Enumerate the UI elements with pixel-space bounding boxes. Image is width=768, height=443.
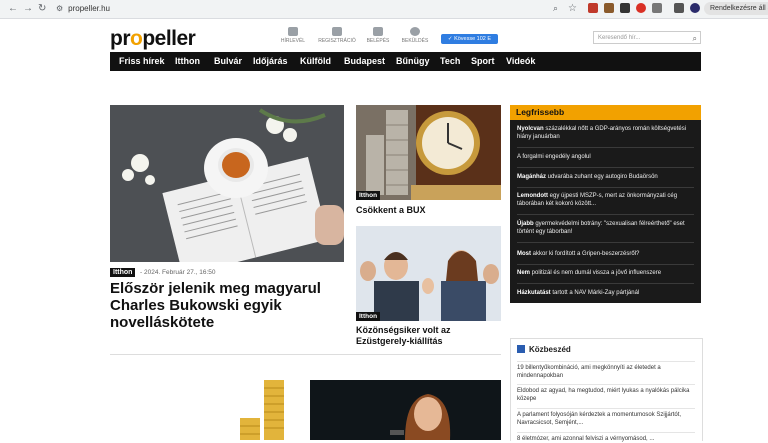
newsletter-label: HÍRLEVÉL: [280, 38, 306, 44]
site-info-icon[interactable]: ⚙: [56, 4, 63, 13]
latest-news-item[interactable]: Újabb gyermekvédelmi botrány: "szexualis…: [517, 220, 694, 243]
section-divider: [110, 354, 501, 355]
news-lead: Magánház: [517, 174, 547, 180]
latest-news-item[interactable]: Magánház udvarába zuhant egy autogiro Bu…: [517, 173, 694, 188]
register-label: REGISZTRÁCIÓ: [318, 38, 356, 44]
public-talk-box: Közbeszéd 19 billentyűkombináció, ami me…: [510, 338, 703, 443]
zoom-icon[interactable]: ⌕: [553, 3, 558, 14]
main-article-image[interactable]: [110, 105, 344, 262]
news-text: tartott a NAV Márki-Zay pártjánál: [550, 290, 640, 296]
public-talk-item[interactable]: 8 életmózer, ami azonnal felviszi a vérn…: [517, 432, 695, 443]
list-icon: [517, 345, 525, 353]
login-label: BELÉPÉS: [366, 38, 390, 44]
extension-icon[interactable]: [588, 3, 598, 13]
news-lead: Nem: [517, 270, 531, 276]
lock-icon: [373, 27, 383, 36]
category-tag[interactable]: Itthon: [356, 312, 381, 321]
follow-label: Kövesse 102 E: [454, 36, 492, 42]
article-image-coins[interactable]: [236, 380, 288, 440]
nav-item-itthon[interactable]: Itthon: [175, 52, 200, 71]
latest-news-item[interactable]: Most akkor ki fordított a Gripen-beszerz…: [517, 250, 694, 265]
news-lead: Újabb: [517, 221, 534, 227]
nav-item-bunugy[interactable]: Bűnügy: [396, 52, 430, 71]
submit-label: BEKÜLDÉS: [401, 38, 429, 44]
user-add-icon: [332, 27, 342, 36]
crowd-photo: [356, 226, 501, 321]
nav-item-sport[interactable]: Sport: [471, 52, 495, 71]
profile-update-button[interactable]: Rendelkezésre áll az: [704, 2, 768, 15]
article-title-ezustgerely[interactable]: Közönségsiker volt az Ezüstgerely-kiállí…: [356, 325, 501, 347]
back-icon[interactable]: ←: [8, 3, 18, 14]
article-title-bux[interactable]: Csökkent a BUX: [356, 205, 501, 216]
latest-news-item[interactable]: A forgalmi engedély angolul: [517, 153, 694, 168]
nav-item-videok[interactable]: Videók: [506, 52, 535, 71]
latest-news-box: Legfrissebb Nyolcvan százalékkal nőtt a …: [510, 105, 701, 303]
logo-accent: o: [130, 27, 143, 50]
nav-item-tech[interactable]: Tech: [440, 52, 460, 71]
extension-icon[interactable]: [604, 3, 614, 13]
nav-item-friss[interactable]: Friss hírek: [119, 52, 165, 71]
news-text: A forgalmi engedély angolul: [517, 154, 591, 160]
coin-stack-photo: [236, 380, 288, 440]
main-nav: Friss hírek Itthon Bulvár Időjárás Külfö…: [110, 52, 701, 71]
logo-text: peller: [142, 27, 196, 50]
category-tag[interactable]: Itthon: [110, 268, 136, 277]
public-talk-title: Közbeszéd: [529, 345, 571, 354]
newsletter-link[interactable]: HÍRLEVÉL: [268, 27, 318, 44]
nav-item-idojaras[interactable]: Időjárás: [253, 52, 288, 71]
extension-icon[interactable]: [620, 3, 630, 13]
submit-link[interactable]: BEKÜLDÉS: [390, 27, 440, 44]
news-lead: Most: [517, 251, 531, 257]
forward-icon[interactable]: →: [23, 3, 33, 14]
search-input[interactable]: Keresendő hír... ⌕: [593, 31, 701, 44]
article-image-speaker[interactable]: [310, 380, 501, 440]
sidepanel-icon[interactable]: [674, 3, 684, 13]
puzzle-icon[interactable]: [652, 3, 662, 13]
search-placeholder: Keresendő hír...: [598, 35, 641, 41]
article-image-ezustgerely[interactable]: [356, 226, 501, 321]
category-tag[interactable]: Itthon: [356, 191, 381, 200]
envelope-icon: [288, 27, 298, 36]
public-talk-header: Közbeszéd: [517, 345, 571, 354]
address-bar[interactable]: ⚙ propeller.hu: [56, 3, 546, 15]
logo-text: pr: [110, 27, 131, 50]
article-date: - 2024. Február 27., 16:50: [140, 269, 216, 276]
nav-item-kulfold[interactable]: Külföld: [300, 52, 331, 71]
plus-circle-icon: [410, 27, 420, 36]
public-talk-item[interactable]: 19 billentyűkombináció, ami megkönnyíti …: [517, 361, 695, 380]
nav-item-bulvar[interactable]: Bulvár: [214, 52, 242, 71]
avatar[interactable]: [690, 3, 700, 13]
search-icon[interactable]: ⌕: [693, 32, 697, 45]
news-text: politizál és nem dumál vissza a jövő inf…: [530, 270, 662, 276]
news-lead: Nyolcvan: [517, 126, 544, 132]
nav-item-budapest[interactable]: Budapest: [344, 52, 385, 71]
reload-icon[interactable]: ↻: [38, 3, 46, 14]
url-text: propeller.hu: [68, 4, 110, 13]
news-text: akkor ki fordított a Gripen-beszerzésről…: [531, 251, 640, 257]
latest-news-item[interactable]: Lemondott egy újpesti MSZP-s, mert az ön…: [517, 192, 694, 215]
news-text: udvarába zuhant egy autogiro Budaörsön: [546, 174, 658, 180]
news-text: gyermekvédelmi botrány: "szexualisan fél…: [517, 221, 685, 235]
public-talk-item[interactable]: Eldobod az agyad, ha megtudod, miért lyu…: [517, 384, 695, 403]
book-tea-photo: [110, 105, 344, 262]
latest-news-item[interactable]: Házkutatást tartott a NAV Márki-Zay párt…: [517, 289, 694, 301]
follow-button[interactable]: ✓ Kövesse 102 E: [441, 34, 498, 44]
main-article-title[interactable]: Először jelenik meg magyarul Charles Buk…: [110, 280, 335, 331]
bookmark-star-icon[interactable]: ☆: [568, 3, 577, 14]
site-logo[interactable]: propeller: [110, 27, 196, 51]
news-lead: Házkutatást: [517, 290, 551, 296]
article-image-bux[interactable]: [356, 105, 501, 200]
latest-news-item[interactable]: Nyolcvan százalékkal nőtt a GDP-arányos …: [517, 125, 694, 148]
speaker-photo: [310, 380, 501, 440]
latest-news-item[interactable]: Nem politizál és nem dumál vissza a jövő…: [517, 269, 694, 284]
extension-icon[interactable]: [636, 3, 646, 13]
news-lead: Lemondott: [517, 193, 548, 199]
latest-news-title: Legfrissebb: [510, 105, 701, 120]
public-talk-item[interactable]: A parlament folyosóján kérdeztek a momen…: [517, 408, 695, 427]
clock-coins-photo: [356, 105, 501, 200]
browser-toolbar: ← → ↻ ⚙ propeller.hu ⌕ ☆ Rendelkezésre ál…: [0, 0, 768, 19]
